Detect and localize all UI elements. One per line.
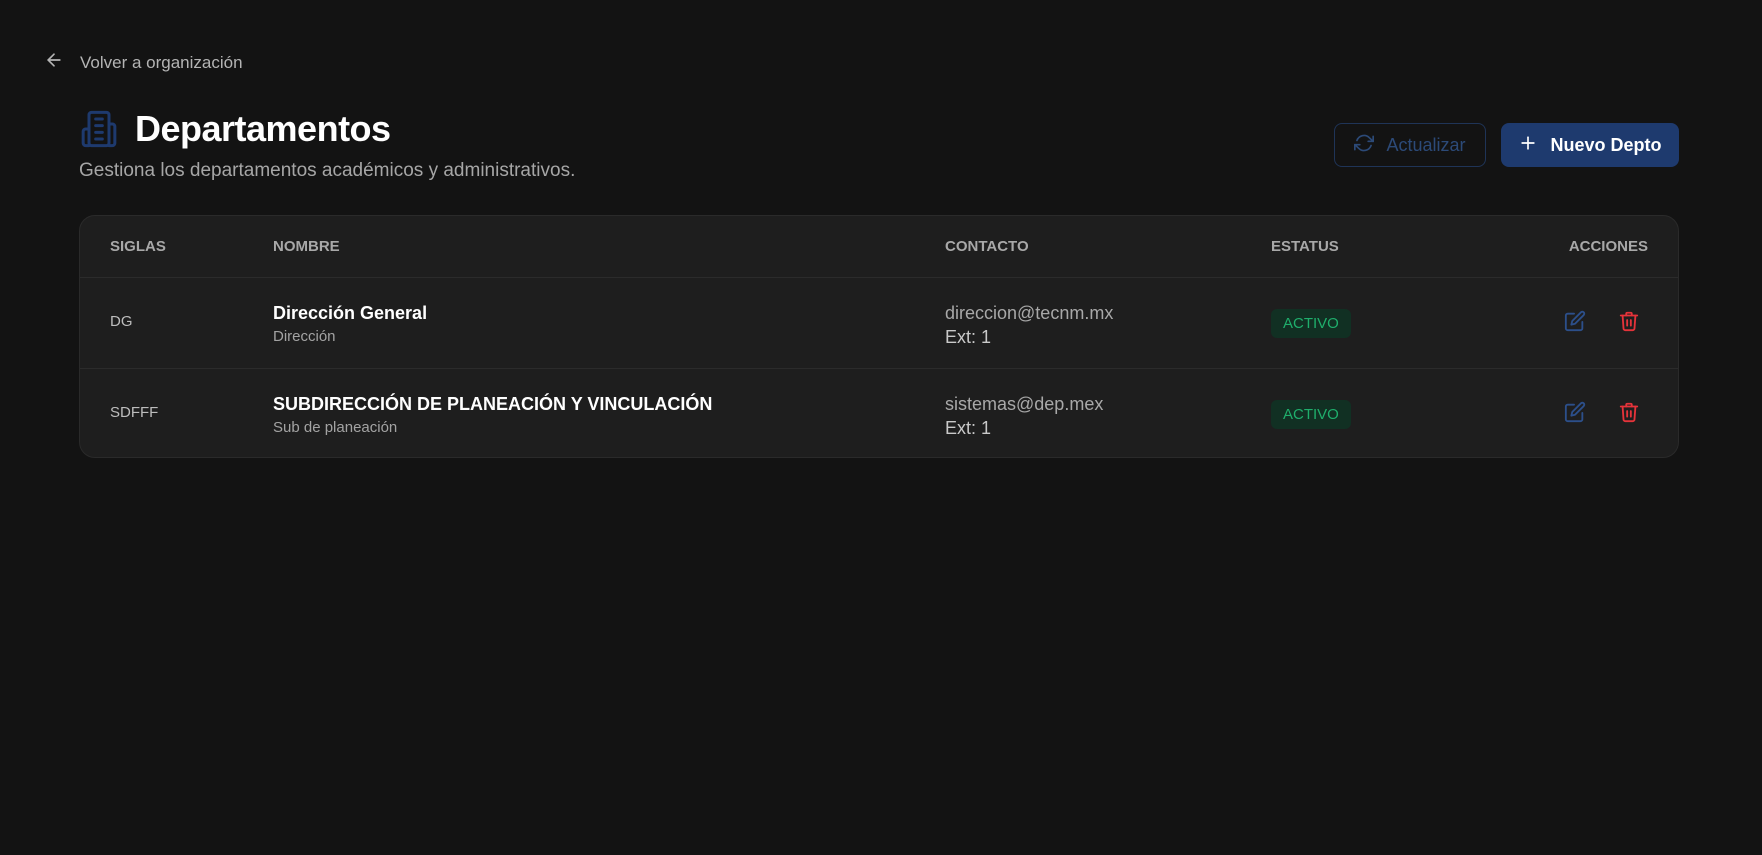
row-contacto: sistemas@dep.mex Ext: 1 (945, 392, 1103, 440)
row-nombre: SUBDIRECCIÓN DE PLANEACIÓN Y VINCULACIÓN… (273, 394, 712, 436)
column-header-contacto: CONTACTO (945, 238, 1029, 255)
table-row: DG Dirección General Dirección direccion… (80, 278, 1678, 369)
department-name: SUBDIRECCIÓN DE PLANEACIÓN Y VINCULACIÓN (273, 394, 713, 414)
column-header-nombre: NOMBRE (273, 238, 340, 255)
table-row: SDFFF SUBDIRECCIÓN DE PLANEACIÓN Y VINCU… (80, 369, 1678, 457)
column-header-estatus: ESTATUS (1271, 238, 1339, 255)
row-siglas: DG (110, 313, 133, 330)
header-actions: Actualizar Nuevo Depto (1334, 123, 1679, 167)
column-header-acciones: ACCIONES (1568, 238, 1648, 255)
trash-icon (1618, 401, 1640, 423)
row-nombre: Dirección General Dirección (273, 303, 427, 345)
refresh-button-label: Actualizar (1386, 134, 1466, 155)
department-name: Dirección General (273, 303, 428, 323)
new-department-button-label: Nuevo Depto (1550, 134, 1662, 155)
table-header: SIGLAS NOMBRE CONTACTO ESTATUS ACCIONES (80, 216, 1678, 278)
arrow-left-icon (44, 50, 64, 75)
page-header: Departamentos Gestiona los departamentos… (79, 108, 1679, 188)
new-department-button[interactable]: Nuevo Depto (1501, 123, 1679, 167)
edit-button[interactable] (1564, 310, 1586, 332)
status-badge: ACTIVO (1271, 400, 1351, 429)
row-siglas: SDFFF (110, 404, 159, 421)
contact-email: direccion@tecnm.mx (945, 303, 1114, 323)
status-badge: ACTIVO (1271, 309, 1351, 338)
delete-button[interactable] (1618, 401, 1640, 423)
plus-icon (1518, 133, 1538, 158)
edit-icon (1564, 310, 1586, 332)
edit-icon (1564, 401, 1586, 423)
back-link-label: Volver a organización (80, 52, 243, 72)
back-to-organization-link[interactable]: Volver a organización (44, 50, 243, 75)
departments-table: SIGLAS NOMBRE CONTACTO ESTATUS ACCIONES … (79, 215, 1679, 458)
building-icon (79, 109, 119, 149)
department-type: Sub de planeación (273, 419, 398, 436)
refresh-button[interactable]: Actualizar (1334, 123, 1486, 167)
contact-email: sistemas@dep.mex (945, 394, 1104, 414)
contact-ext: Ext: 1 (945, 327, 992, 347)
column-header-siglas: SIGLAS (110, 238, 166, 255)
trash-icon (1618, 310, 1640, 332)
refresh-icon (1354, 133, 1375, 158)
edit-button[interactable] (1564, 401, 1586, 423)
row-actions (1564, 401, 1640, 423)
department-type: Dirección (273, 328, 336, 345)
departments-page: Volver a organización Departamentos Gest… (0, 0, 1762, 855)
row-actions (1564, 310, 1640, 332)
delete-button[interactable] (1618, 310, 1640, 332)
row-contacto: direccion@tecnm.mx Ext: 1 (945, 301, 1113, 349)
page-title: Departamentos (135, 108, 391, 149)
contact-ext: Ext: 1 (945, 418, 992, 438)
